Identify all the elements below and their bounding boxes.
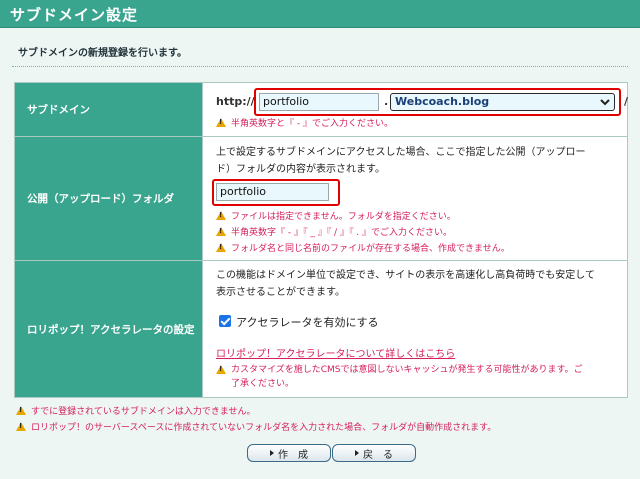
warning-icon — [16, 422, 26, 431]
title-bar: サブドメイン設定 — [0, 0, 640, 28]
folder-value-cell: 上で設定するサブドメインにアクセスした場合、ここで指定した公開（アップロー ド）… — [204, 137, 627, 260]
folder-warning-text: フォルダ名と同じ名前のファイルが存在する場合、作成できません。 — [231, 244, 510, 254]
warning-icon — [216, 227, 226, 236]
folder-warning: フォルダ名と同じ名前のファイルが存在する場合、作成できません。 — [216, 241, 510, 254]
folder-warning: ファイルは指定できません。フォルダを指定ください。 — [216, 209, 456, 222]
accelerator-warning-text: カスタマイズを施したCMSでは意図しないキャッシュが発生する可能性があります。ご… — [231, 363, 583, 391]
warning-icon — [216, 243, 226, 252]
footer-note-text: ロリポップ！のサーバースペースに作成されていないフォルダ名を入力された場合、フォ… — [31, 423, 497, 433]
footer-note: すでに登録されているサブドメインは入力できません。 — [16, 404, 256, 417]
domain-select[interactable]: Webcoach.blog — [390, 93, 615, 111]
create-button-label: 作 成 — [278, 449, 308, 461]
subdomain-value-cell: http:// portfolio . Webcoach.blog / 半角英数… — [204, 83, 629, 136]
subdomain-input[interactable]: portfolio — [259, 93, 379, 111]
scheme-text: http:// — [216, 95, 255, 108]
folder-description-line: 上で設定するサブドメインにアクセスした場合、ここで指定した公開（アップロー — [216, 147, 586, 158]
accelerator-checkbox-label[interactable]: アクセラレータを有効にする — [236, 314, 379, 330]
domain-select-value: Webcoach.blog — [395, 95, 490, 108]
subdomain-warning: 半角英数字と『 - 』でご入力ください。 — [216, 116, 393, 129]
warning-icon — [16, 406, 26, 415]
footer-note-text: すでに登録されているサブドメインは入力できません。 — [31, 407, 256, 417]
settings-form: サブドメイン http:// portfolio . Webcoach.blog… — [14, 82, 628, 398]
accelerator-warning: カスタマイズを施したCMSでは意図しないキャッシュが発生する可能性があります。ご… — [216, 363, 583, 391]
slash-separator: / — [624, 95, 629, 108]
back-button-label: 戻 る — [363, 449, 393, 461]
divider — [12, 66, 628, 67]
folder-description-line: ド）フォルダの内容が表示されます。 — [216, 164, 385, 175]
accelerator-description-line: この機能はドメイン単位で設定でき、サイトの表示を高速化し高負荷時でも安定して — [216, 270, 595, 281]
folder-input[interactable]: portfolio — [216, 183, 329, 201]
create-button[interactable]: 作 成 — [247, 444, 331, 462]
folder-warning: 半角英数字『 - 』『 _ 』『 / 』『 . 』でご入力ください。 — [216, 225, 452, 238]
chevron-down-icon — [600, 99, 610, 106]
back-button[interactable]: 戻 る — [332, 444, 416, 462]
accelerator-info-link[interactable]: ロリポップ！アクセラレータについて詳しくはこちら — [216, 345, 455, 360]
dot-separator: . — [384, 95, 389, 108]
accelerator-description-line: 表示させることができます。 — [216, 287, 345, 298]
warning-icon — [216, 211, 226, 220]
accelerator-value-cell: この機能はドメイン単位で設定でき、サイトの表示を高速化し高負荷時でも安定して 表… — [204, 261, 627, 397]
folder-warning-text: ファイルは指定できません。フォルダを指定ください。 — [231, 212, 456, 222]
warning-icon — [216, 365, 226, 374]
subdomain-warning-text: 半角英数字と『 - 』でご入力ください。 — [231, 119, 393, 129]
arrow-right-icon — [270, 450, 274, 456]
subdomain-row: サブドメイン http:// portfolio . Webcoach.blog… — [15, 83, 629, 137]
accelerator-warning-line: 了承ください。 — [231, 379, 295, 389]
accelerator-checkbox[interactable] — [219, 315, 231, 327]
accelerator-row: ロリポップ！アクセラレータの設定 この機能はドメイン単位で設定でき、サイトの表示… — [15, 261, 627, 397]
accelerator-label: ロリポップ！アクセラレータの設定 — [15, 261, 203, 397]
page-subtitle: サブドメインの新規登録を行います。 — [18, 48, 187, 59]
subdomain-label: サブドメイン — [15, 83, 203, 136]
page-title: サブドメイン設定 — [10, 6, 139, 24]
folder-label: 公開（アップロード）フォルダ — [15, 137, 203, 260]
arrow-right-icon — [355, 450, 359, 456]
accelerator-description: この機能はドメイン単位で設定でき、サイトの表示を高速化し高負荷時でも安定して 表… — [216, 267, 595, 301]
folder-warning-text: 半角英数字『 - 』『 _ 』『 / 』『 . 』でご入力ください。 — [231, 228, 453, 238]
accelerator-warning-line: カスタマイズを施したCMSでは意図しないキャッシュが発生する可能性があります。ご — [231, 365, 583, 375]
footer-note: ロリポップ！のサーバースペースに作成されていないフォルダ名を入力された場合、フォ… — [16, 420, 496, 433]
folder-description: 上で設定するサブドメインにアクセスした場合、ここで指定した公開（アップロー ド）… — [216, 144, 586, 178]
folder-row: 公開（アップロード）フォルダ 上で設定するサブドメインにアクセスした場合、ここで… — [15, 137, 627, 261]
warning-icon — [216, 118, 226, 127]
